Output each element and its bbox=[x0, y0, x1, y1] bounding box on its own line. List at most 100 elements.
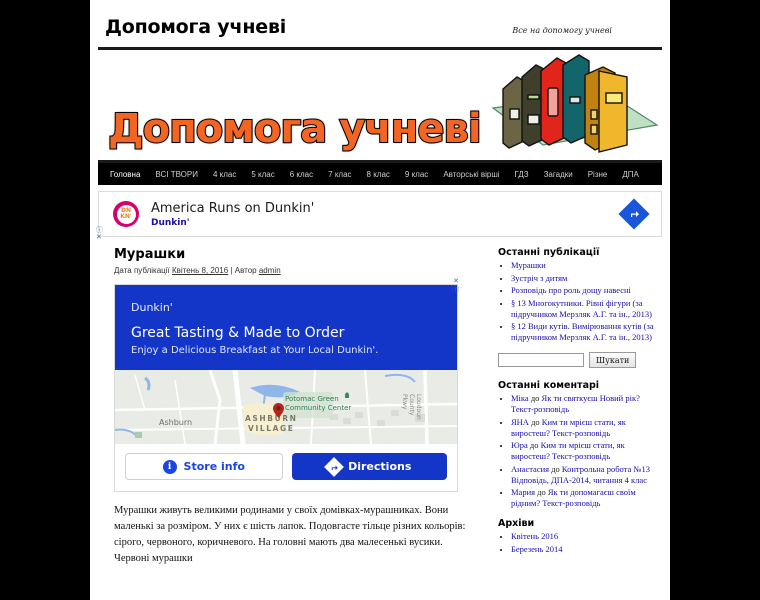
widget-recent-posts: Останні публікації Мурашки Зустріч з дит… bbox=[498, 247, 654, 343]
nav-item-golovna[interactable]: Головна bbox=[110, 170, 140, 179]
nav-item-5-klas[interactable]: 5 клас bbox=[251, 170, 274, 179]
recent-post-link[interactable]: Зустріч з дитям bbox=[511, 273, 567, 283]
search-form[interactable]: Шукати bbox=[498, 352, 654, 368]
list-item[interactable]: ЯНА до Ким ти мрієш стати, як виростеш? … bbox=[511, 417, 654, 439]
site-title[interactable]: Допомога учневі bbox=[105, 16, 286, 38]
nav-item-dpa[interactable]: ДПА bbox=[622, 170, 639, 179]
nav-item-9-klas[interactable]: 9 клас bbox=[405, 170, 428, 179]
comment-author[interactable]: ЯНА bbox=[511, 417, 529, 427]
comment-author[interactable]: Мария bbox=[511, 487, 535, 497]
archive-link[interactable]: Квітень 2016 bbox=[511, 531, 558, 541]
list-item[interactable]: Юра до Ким ти мрієш стати, як виростеш? … bbox=[511, 440, 654, 462]
directions-icon bbox=[324, 456, 345, 477]
post-date-link[interactable]: Квітень 8, 2016 bbox=[172, 266, 228, 275]
post-title: Мурашки bbox=[114, 247, 186, 262]
ad-description: Enjoy a Delicious Breakfast at Your Loca… bbox=[131, 345, 379, 356]
directions-button[interactable]: Directions bbox=[291, 453, 447, 480]
nav-item-zagadky[interactable]: Загадки bbox=[544, 170, 573, 179]
comment-connector: до bbox=[529, 440, 539, 450]
top-ad-advertiser[interactable]: Dunkin' bbox=[151, 218, 623, 228]
recent-post-link[interactable]: Мурашки bbox=[511, 260, 546, 270]
site-tagline: Все на допомогу учневі bbox=[512, 26, 612, 35]
comment-author[interactable]: Юра bbox=[511, 440, 528, 450]
post-meta: Дата публікації Квітень 8, 2016 | Автор … bbox=[114, 266, 484, 275]
list-item[interactable]: Анастасия до Контрольна робота №13 Відпо… bbox=[511, 464, 654, 486]
site-banner: Допомога учневі bbox=[98, 50, 662, 160]
nav-item-gdz[interactable]: ГДЗ bbox=[515, 170, 529, 179]
archive-link[interactable]: Березень 2014 bbox=[511, 544, 562, 554]
widget-archives: Архіви Квітень 2016 Березень 2014 bbox=[498, 518, 654, 555]
sidebar: Останні публікації Мурашки Зустріч з дит… bbox=[498, 247, 654, 567]
comment-connector: до bbox=[551, 463, 560, 474]
main-content: Мурашки Дата публікації Квітень 8, 2016 … bbox=[98, 247, 498, 567]
in-article-ad[interactable]: ✕ ⓘ Dunkin' Great Tasting & Made to Orde… bbox=[114, 278, 459, 492]
recent-comments-title: Останні коментарі bbox=[498, 380, 600, 391]
comment-connector: до bbox=[530, 393, 540, 403]
list-item[interactable]: Мурашки bbox=[511, 260, 654, 271]
ad-button-row: i Store info Directions bbox=[115, 444, 457, 491]
nav-item-rizne[interactable]: Різне bbox=[588, 170, 608, 179]
top-banner-ad[interactable]: DN KN' America Runs on Dunkin' Dunkin' ⓘ… bbox=[96, 191, 662, 241]
ad-info-icon[interactable]: ⓘ bbox=[452, 286, 459, 294]
comment-post-link[interactable]: Ким ти мрієш стати, як виростеш? Текст-р… bbox=[511, 417, 626, 438]
ad-controls[interactable]: ✕ ⓘ bbox=[452, 278, 459, 294]
list-item[interactable]: § 13 Многокутники. Рівні фігури (за підр… bbox=[511, 298, 654, 320]
ad-headline: Great Tasting & Made to Order bbox=[131, 325, 345, 341]
ad-close-icon[interactable]: ✕ bbox=[452, 278, 459, 286]
list-item[interactable]: § 12 Види кутів. Вимірювання кутів (за п… bbox=[511, 321, 654, 343]
list-item[interactable]: Квітень 2016 bbox=[511, 531, 654, 542]
comment-author[interactable]: Анастасия bbox=[511, 464, 549, 474]
recent-comments-list: Міка до Як ти святкуєш Новий рік? Текст-… bbox=[498, 393, 654, 509]
nav-item-6-klas[interactable]: 6 клас bbox=[290, 170, 313, 179]
recent-post-link[interactable]: § 13 Многокутники. Рівні фігури (за підр… bbox=[511, 298, 652, 319]
comment-author[interactable]: Міка bbox=[511, 393, 529, 403]
comment-post-link[interactable]: Ким ти мрієш стати, як виростеш? Текст-р… bbox=[511, 440, 625, 461]
books-illustration bbox=[491, 54, 659, 153]
dunkin-logo-line2: KN' bbox=[120, 213, 132, 220]
nav-item-vsi-tvory[interactable]: ВСІ ТВОРИ bbox=[155, 170, 198, 179]
list-item[interactable]: Зустріч з дитям bbox=[511, 273, 654, 284]
top-ad-headline[interactable]: America Runs on Dunkin' bbox=[151, 201, 623, 216]
ad-text-panel: Dunkin' Great Tasting & Made to Order En… bbox=[115, 285, 457, 370]
store-info-button[interactable]: i Store info bbox=[125, 453, 283, 480]
nav-item-8-klas[interactable]: 8 клас bbox=[367, 170, 390, 179]
directions-arrow-icon[interactable] bbox=[618, 198, 650, 230]
comment-connector: до bbox=[531, 416, 540, 427]
recent-posts-title: Останні публікації bbox=[498, 247, 600, 258]
post-meta-author-prefix: Автор bbox=[234, 266, 257, 275]
post-meta-date-prefix: Дата публікації bbox=[114, 266, 170, 275]
nav-item-4-klas[interactable]: 4 клас bbox=[213, 170, 236, 179]
banner-logo-text[interactable]: Допомога учневі bbox=[107, 105, 483, 153]
recent-post-link[interactable]: Розповідь про роль дощу навесні bbox=[511, 285, 631, 295]
archives-title: Архіви bbox=[498, 518, 535, 529]
post-body: Мурашки живуть великими родинами у своїх… bbox=[114, 505, 466, 564]
list-item[interactable]: Розповідь про роль дощу навесні bbox=[511, 285, 654, 296]
post-meta-separator: | bbox=[230, 266, 233, 275]
site-header: Допомога учневі Все на допомогу учневі bbox=[90, 0, 670, 44]
map-pin-icon bbox=[273, 403, 284, 418]
widget-recent-comments: Останні коментарі Міка до Як ти святкуєш… bbox=[498, 380, 654, 509]
recent-post-link[interactable]: § 12 Види кутів. Вимірювання кутів (за п… bbox=[511, 321, 654, 342]
adchoices-controls[interactable]: ⓘ ✕ bbox=[96, 227, 103, 241]
archives-list: Квітень 2016 Березень 2014 bbox=[498, 531, 654, 555]
search-input[interactable] bbox=[498, 353, 584, 367]
adchoices-info-icon[interactable]: ⓘ bbox=[96, 227, 103, 234]
content-columns: Мурашки Дата публікації Квітень 8, 2016 … bbox=[98, 247, 662, 567]
list-item[interactable]: Березень 2014 bbox=[511, 544, 654, 555]
list-item[interactable]: Мария до Як ти допомагаєш своїм рідним? … bbox=[511, 487, 654, 509]
dunkin-logo-icon: DN KN' bbox=[113, 201, 139, 227]
search-button[interactable]: Шукати bbox=[589, 352, 637, 368]
ad-brand: Dunkin' bbox=[131, 301, 173, 314]
comment-connector: до bbox=[537, 487, 546, 497]
directions-label: Directions bbox=[348, 460, 412, 473]
adchoices-close-icon[interactable]: ✕ bbox=[96, 234, 103, 241]
list-item[interactable]: Міка до Як ти святкуєш Новий рік? Текст-… bbox=[511, 393, 654, 415]
nav-item-7-klas[interactable]: 7 клас bbox=[328, 170, 351, 179]
nav-item-avtorski-virshi[interactable]: Авторські вірші bbox=[443, 170, 499, 179]
site-page: Допомога учневі Все на допомогу учневі Д… bbox=[90, 0, 670, 600]
ad-map[interactable]: Ashburn ASHBURN VILLAGE Potomac Green Co… bbox=[115, 370, 457, 444]
post-author-link[interactable]: admin bbox=[259, 266, 281, 275]
store-info-label: Store info bbox=[183, 460, 245, 473]
recent-posts-list: Мурашки Зустріч з дитям Розповідь про ро… bbox=[498, 260, 654, 343]
main-navigation[interactable]: Головна ВСІ ТВОРИ 4 клас 5 клас 6 клас 7… bbox=[98, 163, 662, 185]
